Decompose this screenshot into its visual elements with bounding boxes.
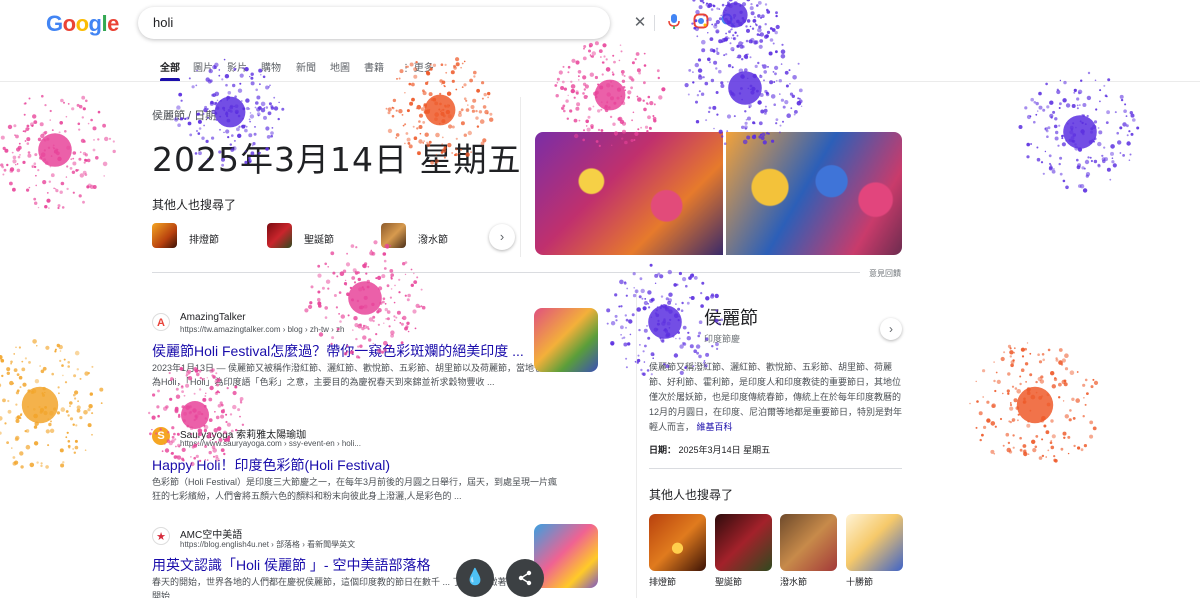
chip-label: 潑水節 — [418, 235, 448, 246]
panel-title: 侯麗節 — [704, 308, 758, 328]
water-drop-icon[interactable]: 💧 — [456, 559, 494, 597]
card-label: 十勝節 — [846, 577, 874, 587]
result-url[interactable]: https://tw.amazingtalker.com › blog › zh… — [180, 325, 345, 334]
holi-color-burst-overlay — [0, 0, 1140, 469]
result-snippet: 春天的開始，世界各地的人們都在慶祝侯麗節，這個印度教的節日在數千 ... 了，它… — [152, 577, 561, 598]
tab-more[interactable]: ⋮ 更多 — [401, 59, 434, 74]
tab-all[interactable]: 全部 — [160, 59, 180, 74]
description-text: 侯麗節又稱潑紅節、灑紅節、歡悅節、五彩節、胡里節、荷麗節、好利節、霍利節，是印度… — [649, 362, 903, 432]
related-card-diwali[interactable]: 排燈節 — [649, 514, 706, 588]
result-site-name: AmazingTalker — [180, 312, 246, 323]
section-divider — [152, 272, 860, 273]
chip-label: 聖誕節 — [304, 235, 334, 246]
dussehra-image — [846, 514, 903, 571]
favicon: A — [152, 313, 170, 331]
result-title[interactable]: 侯麗節Holi Festival怎麼過？帶你一窺色彩斑斕的絕美印度 ... — [152, 341, 524, 361]
tab-videos[interactable]: 影片 — [227, 59, 247, 74]
search-header: Google holi ✕ 全部 圖片 影片 購物 新聞 地圖 書籍 ⋮ 更多 — [0, 0, 1200, 82]
result-title[interactable]: Happy Holi！印度色彩節(Holi Festival) — [152, 455, 390, 475]
card-label: 聖誕節 — [715, 577, 743, 587]
tab-maps[interactable]: 地圖 — [330, 59, 350, 74]
tab-shopping[interactable]: 購物 — [261, 59, 281, 74]
also-searched-title: 其他人也搜尋了 — [152, 198, 237, 212]
panel-also-title: 其他人也搜尋了 — [649, 488, 734, 502]
chevron-right-icon[interactable]: › — [880, 318, 902, 340]
panel-description: 侯麗節又稱潑紅節、灑紅節、歡悅節、五彩節、胡里節、荷麗節、好利節、霍利節，是印度… — [649, 360, 903, 435]
panel-divider-h — [649, 468, 902, 469]
result-thumbnail[interactable] — [534, 308, 598, 372]
date-label: 日期： — [649, 445, 677, 455]
christmas-thumbnail — [267, 223, 292, 248]
card-divider — [520, 97, 521, 257]
featured-date: 2025年3月14日 星期五 — [152, 140, 522, 179]
share-icon[interactable] — [506, 559, 544, 597]
christmas-image — [715, 514, 772, 571]
card-label: 排燈節 — [649, 577, 677, 587]
result-url[interactable]: https://www.sauryayoga.com › ssy-event-e… — [180, 439, 361, 448]
color-burst — [0, 94, 116, 210]
tab-images[interactable]: 圖片 — [193, 59, 213, 74]
feedback-link[interactable]: 意見回饋 — [869, 268, 901, 279]
google-lens-icon[interactable] — [691, 13, 711, 33]
result-title[interactable]: 用英文認識「Holi 侯麗節 」- 空中美語部落格 — [152, 555, 430, 575]
related-card-dussehra[interactable]: 十勝節 — [846, 514, 903, 588]
active-tab-indicator — [160, 78, 180, 81]
favicon: ★ — [152, 527, 170, 545]
holi-crowd-image[interactable] — [535, 132, 723, 255]
search-box[interactable]: holi ✕ — [138, 7, 736, 39]
breadcrumb: 侯麗節 / 日期 — [152, 110, 217, 122]
songkran-thumbnail — [381, 223, 406, 248]
result-url[interactable]: https://blog.english4u.net › 部落格 › 看新聞學英… — [180, 539, 355, 550]
result-snippet: 2023年1月13日 — 侯麗節又被稱作潑紅節、灑紅節、歡悅節、五彩節、胡里節以… — [152, 363, 562, 387]
related-card-songkran[interactable]: 潑水節 — [780, 514, 837, 588]
color-burst — [1018, 71, 1140, 193]
chevron-right-icon[interactable]: › — [489, 224, 515, 250]
clear-icon[interactable]: ✕ — [630, 13, 650, 33]
tab-news[interactable]: 新聞 — [296, 59, 316, 74]
songkran-image — [780, 514, 837, 571]
panel-divider — [636, 290, 637, 598]
microphone-icon[interactable] — [664, 13, 684, 33]
color-burst — [969, 342, 1099, 463]
google-logo[interactable]: Google — [46, 11, 119, 37]
diwali-image — [649, 514, 706, 571]
search-input[interactable]: holi — [153, 15, 173, 30]
tab-books[interactable]: 書籍 — [364, 59, 384, 74]
related-card-christmas[interactable]: 聖誕節 — [715, 514, 772, 588]
search-divider — [654, 15, 655, 31]
panel-subtitle: 印度節慶 — [704, 334, 741, 344]
wikipedia-link[interactable]: 維基百科 — [697, 422, 733, 432]
panel-date-row: 日期： 2025年3月14日 星期五 — [649, 443, 770, 456]
favicon: S — [152, 427, 170, 445]
card-label: 潑水節 — [780, 577, 808, 587]
holi-faces-image[interactable] — [726, 132, 902, 255]
diwali-thumbnail — [152, 223, 177, 248]
result-snippet: 色彩節（Holi Festival）是印度三大節慶之一，在每年3月前後的月圓之日… — [152, 477, 558, 501]
search-icon[interactable] — [718, 13, 738, 33]
chip-label: 排燈節 — [189, 235, 219, 246]
date-value: 2025年3月14日 星期五 — [678, 445, 771, 455]
color-burst — [0, 339, 104, 469]
